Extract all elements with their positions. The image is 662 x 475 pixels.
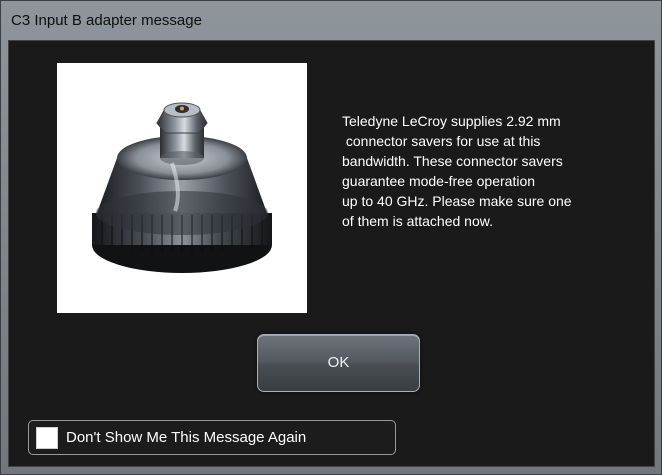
dialog-content: Teledyne LeCroy supplies 2.92 mm connect… [8,40,655,467]
message-line: connector savers for use at this [342,133,541,149]
message-line: of them is attached now. [342,213,493,229]
message-line: Teledyne LeCroy supplies 2.92 mm [342,113,561,129]
dont-show-again-label[interactable]: Don't Show Me This Message Again [66,429,306,446]
window-title: C3 Input B adapter message [11,12,202,29]
ok-button-label: OK [327,354,350,371]
ok-button[interactable]: OK [257,334,420,392]
message-line: guarantee mode-free operation [342,173,536,189]
connector-saver-image [57,63,307,313]
dont-show-again-checkbox-group[interactable]: Don't Show Me This Message Again [28,420,396,455]
title-bar[interactable]: C3 Input B adapter message [1,1,661,39]
connector-saver-icon [92,102,272,273]
adapter-message-text: Teledyne LeCroy supplies 2.92 mm connect… [342,111,642,231]
dont-show-again-checkbox[interactable] [36,427,58,449]
message-line: bandwidth. These connector savers [342,153,563,169]
adapter-message-dialog: C3 Input B adapter message Teledyne LeCr… [0,0,662,475]
message-line: up to 40 GHz. Please make sure one [342,193,572,209]
